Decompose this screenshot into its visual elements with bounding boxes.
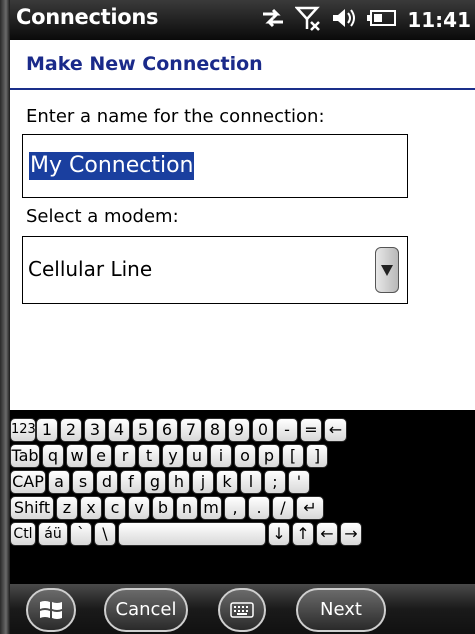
key-6[interactable]: 6 [156,418,178,442]
key-semicolon[interactable]: ; [264,470,286,494]
key-equals[interactable]: = [300,418,322,442]
key-n[interactable]: n [176,496,198,520]
windows-logo-icon [40,601,62,619]
key-7[interactable]: 7 [180,418,202,442]
volume-icon[interactable] [331,7,357,33]
key-0[interactable]: 0 [252,418,274,442]
keyboard-toggle-button[interactable] [218,588,266,632]
key-arrow-down[interactable]: ↓ [268,522,290,546]
key-arrow-up[interactable]: ↑ [292,522,314,546]
device-bezel [0,0,10,634]
key-2[interactable]: 2 [60,418,82,442]
name-label: Enter a name for the connection: [26,106,325,127]
key-period[interactable]: . [248,496,270,520]
key-l[interactable]: l [240,470,262,494]
connection-name-input[interactable]: My Connection [22,134,408,198]
clock[interactable]: 11:41 [407,8,471,32]
key-q[interactable]: q [42,444,64,468]
key-k[interactable]: k [216,470,238,494]
connection-form: Make New Connection Enter a name for the… [10,40,475,410]
key-backtick[interactable]: ` [70,522,92,546]
cancel-button[interactable]: Cancel [104,588,188,632]
key-enter[interactable]: ↵ [296,496,324,520]
key-v[interactable]: v [128,496,150,520]
key-1[interactable]: 1 [36,418,58,442]
battery-icon[interactable] [367,9,397,31]
key-z[interactable]: z [56,496,78,520]
key-e[interactable]: e [90,444,112,468]
key-8[interactable]: 8 [204,418,226,442]
page-title: Make New Connection [26,53,263,75]
key-caps[interactable]: CAP [10,470,46,494]
keyboard-row-2: Tab q w e r t y u i o p [ ] [10,444,475,468]
modem-select[interactable]: Cellular Line [22,236,408,304]
key-m[interactable]: m [200,496,222,520]
key-y[interactable]: y [162,444,184,468]
key-minus[interactable]: - [276,418,298,442]
key-b[interactable]: b [152,496,174,520]
keyboard-row-5: Ctl áü ` \ ↓ ↑ ← → [10,522,475,546]
key-arrow-left[interactable]: ← [316,522,338,546]
key-123[interactable]: 123 [10,418,36,442]
key-backslash[interactable]: \ [94,522,116,546]
key-t[interactable]: t [138,444,160,468]
key-a[interactable]: a [48,470,70,494]
connection-name-value: My Connection [29,152,195,180]
key-international[interactable]: áü [38,522,68,546]
data-sync-icon[interactable] [261,7,285,33]
key-x[interactable]: x [80,496,102,520]
key-9[interactable]: 9 [228,418,250,442]
app-title[interactable]: Connections [16,5,159,29]
key-j[interactable]: j [192,470,214,494]
key-5[interactable]: 5 [132,418,154,442]
key-u[interactable]: u [186,444,208,468]
status-icons: 11:41 [261,5,471,35]
key-f[interactable]: f [120,470,142,494]
key-r[interactable]: r [114,444,136,468]
key-arrow-right[interactable]: → [340,522,362,546]
no-signal-icon[interactable] [294,5,321,35]
key-3[interactable]: 3 [84,418,106,442]
start-button[interactable] [26,588,76,632]
key-s[interactable]: s [72,470,94,494]
soft-keyboard: 123 1 2 3 4 5 6 7 8 9 0 - = ← Tab q w e … [10,410,475,594]
key-apostrophe[interactable]: ' [288,470,310,494]
key-shift[interactable]: Shift [10,496,54,520]
status-bar: Connections 11:41 [10,0,475,40]
key-ctrl[interactable]: Ctl [10,522,36,546]
keyboard-row-3: CAP a s d f g h j k l ; ' [10,470,475,494]
key-left-bracket[interactable]: [ [282,444,304,468]
keyboard-row-1: 123 1 2 3 4 5 6 7 8 9 0 - = ← [10,418,475,442]
page-header: Make New Connection [10,40,475,90]
key-4[interactable]: 4 [108,418,130,442]
key-backspace[interactable]: ← [324,418,347,442]
keyboard-row-4: Shift z x c v b n m , . / ↵ [10,496,475,520]
key-c[interactable]: c [104,496,126,520]
key-d[interactable]: d [96,470,118,494]
keyboard-icon [230,602,254,618]
key-comma[interactable]: , [224,496,246,520]
key-w[interactable]: w [66,444,88,468]
key-g[interactable]: g [144,470,166,494]
key-i[interactable]: i [210,444,232,468]
next-button[interactable]: Next [296,588,386,632]
key-slash[interactable]: / [272,496,294,520]
key-o[interactable]: o [234,444,256,468]
chevron-down-icon [381,265,393,276]
dropdown-button[interactable] [375,247,399,293]
key-right-bracket[interactable]: ] [306,444,328,468]
key-tab[interactable]: Tab [10,444,40,468]
modem-label: Select a modem: [26,206,179,227]
key-space[interactable] [118,522,266,546]
key-h[interactable]: h [168,470,190,494]
bottom-softkey-bar: Cancel Next [10,584,475,634]
key-p[interactable]: p [258,444,280,468]
device-screen: Connections 11:41 Make New Connection En… [10,0,475,634]
modem-select-value: Cellular Line [28,257,153,281]
